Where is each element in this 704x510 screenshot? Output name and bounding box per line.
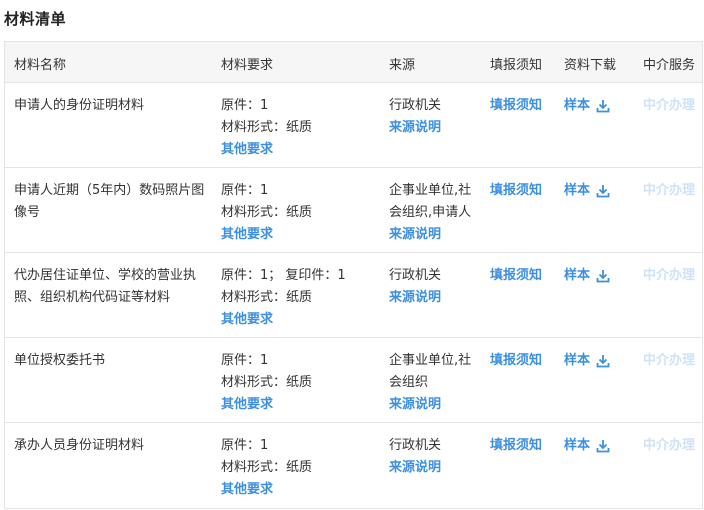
table-row: 承办人员身份证明材料 原件：1 材料形式：纸质 其他要求 行政机关 来源说明 填… — [5, 423, 702, 508]
page-title: 材料清单 — [4, 10, 67, 28]
material-name: 代办居住证单位、学校的营业执照、组织机构代码证等材料 — [14, 268, 197, 305]
col-header-requirement: 材料要求 — [221, 58, 274, 73]
other-requirements-link[interactable]: 其他要求 — [221, 139, 381, 161]
other-requirements-link[interactable]: 其他要求 — [221, 394, 381, 416]
material-name: 申请人近期（5年内）数码照片图像号 — [14, 183, 205, 220]
material-name: 承办人员身份证明材料 — [14, 438, 145, 453]
col-header-source: 来源 — [389, 58, 416, 73]
download-icon — [596, 185, 610, 198]
notice-link[interactable]: 填报须知 — [490, 350, 542, 372]
source-note-link[interactable]: 来源说明 — [389, 457, 481, 479]
source-text: 行政机关 — [389, 268, 442, 283]
sample-download-link[interactable]: 样本 — [564, 95, 610, 117]
sample-download-link[interactable]: 样本 — [564, 350, 610, 372]
notice-link[interactable]: 填报须知 — [490, 180, 542, 202]
col-header-agency: 中介服务 — [643, 58, 696, 73]
sample-label: 样本 — [564, 438, 591, 453]
material-name: 单位授权委托书 — [14, 353, 106, 368]
original-count: 原件：1 — [221, 353, 269, 368]
materials-table: 材料名称 材料要求 来源 填报须知 资料下载 中介服务 申请人的身份证明材料 原… — [4, 41, 703, 509]
material-form: 材料形式：纸质 — [221, 120, 313, 135]
source-note-link[interactable]: 来源说明 — [389, 287, 481, 309]
source-text: 企事业单位,社会组织,申请人 — [389, 183, 472, 220]
table-header: 材料名称 材料要求 来源 填报须知 资料下载 中介服务 — [5, 42, 702, 83]
material-name: 申请人的身份证明材料 — [14, 98, 145, 113]
col-header-notice: 填报须知 — [490, 58, 543, 73]
col-header-name: 材料名称 — [14, 58, 67, 73]
source-text: 行政机关 — [389, 438, 442, 453]
material-form: 材料形式：纸质 — [221, 460, 313, 475]
sample-download-link[interactable]: 样本 — [564, 435, 610, 457]
notice-link[interactable]: 填报须知 — [490, 265, 542, 287]
notice-link[interactable]: 填报须知 — [490, 435, 542, 457]
other-requirements-link[interactable]: 其他要求 — [221, 309, 381, 331]
sample-label: 样本 — [564, 353, 591, 368]
agency-service-link[interactable]: 中介办理 — [643, 435, 695, 457]
material-form: 材料形式：纸质 — [221, 290, 313, 305]
table-row: 代办居住证单位、学校的营业执照、组织机构代码证等材料 原件：1； 复印件：1 材… — [5, 253, 702, 338]
table-row: 申请人近期（5年内）数码照片图像号 原件：1 材料形式：纸质 其他要求 企事业单… — [5, 168, 702, 253]
other-requirements-link[interactable]: 其他要求 — [221, 224, 381, 246]
download-icon — [596, 270, 610, 283]
sample-label: 样本 — [564, 183, 591, 198]
agency-service-link[interactable]: 中介办理 — [643, 95, 695, 117]
agency-service-link[interactable]: 中介办理 — [643, 265, 695, 287]
original-count: 原件：1； 复印件：1 — [221, 268, 346, 283]
notice-link[interactable]: 填报须知 — [490, 95, 542, 117]
table-row: 单位授权委托书 原件：1 材料形式：纸质 其他要求 企事业单位,社会组织 来源说… — [5, 338, 702, 423]
material-form: 材料形式：纸质 — [221, 205, 313, 220]
download-icon — [596, 100, 610, 113]
sample-download-link[interactable]: 样本 — [564, 180, 610, 202]
agency-service-link[interactable]: 中介办理 — [643, 350, 695, 372]
col-header-download: 资料下载 — [564, 58, 617, 73]
sample-label: 样本 — [564, 98, 591, 113]
source-note-link[interactable]: 来源说明 — [389, 394, 481, 416]
download-icon — [596, 440, 610, 453]
sample-label: 样本 — [564, 268, 591, 283]
other-requirements-link[interactable]: 其他要求 — [221, 479, 381, 501]
material-form: 材料形式：纸质 — [221, 375, 313, 390]
source-text: 企事业单位,社会组织 — [389, 353, 472, 390]
download-icon — [596, 355, 610, 368]
original-count: 原件：1 — [221, 98, 269, 113]
source-note-link[interactable]: 来源说明 — [389, 224, 481, 246]
original-count: 原件：1 — [221, 438, 269, 453]
source-note-link[interactable]: 来源说明 — [389, 117, 481, 139]
sample-download-link[interactable]: 样本 — [564, 265, 610, 287]
original-count: 原件：1 — [221, 183, 269, 198]
source-text: 行政机关 — [389, 98, 442, 113]
table-row: 申请人的身份证明材料 原件：1 材料形式：纸质 其他要求 行政机关 来源说明 填… — [5, 83, 702, 168]
agency-service-link[interactable]: 中介办理 — [643, 180, 695, 202]
